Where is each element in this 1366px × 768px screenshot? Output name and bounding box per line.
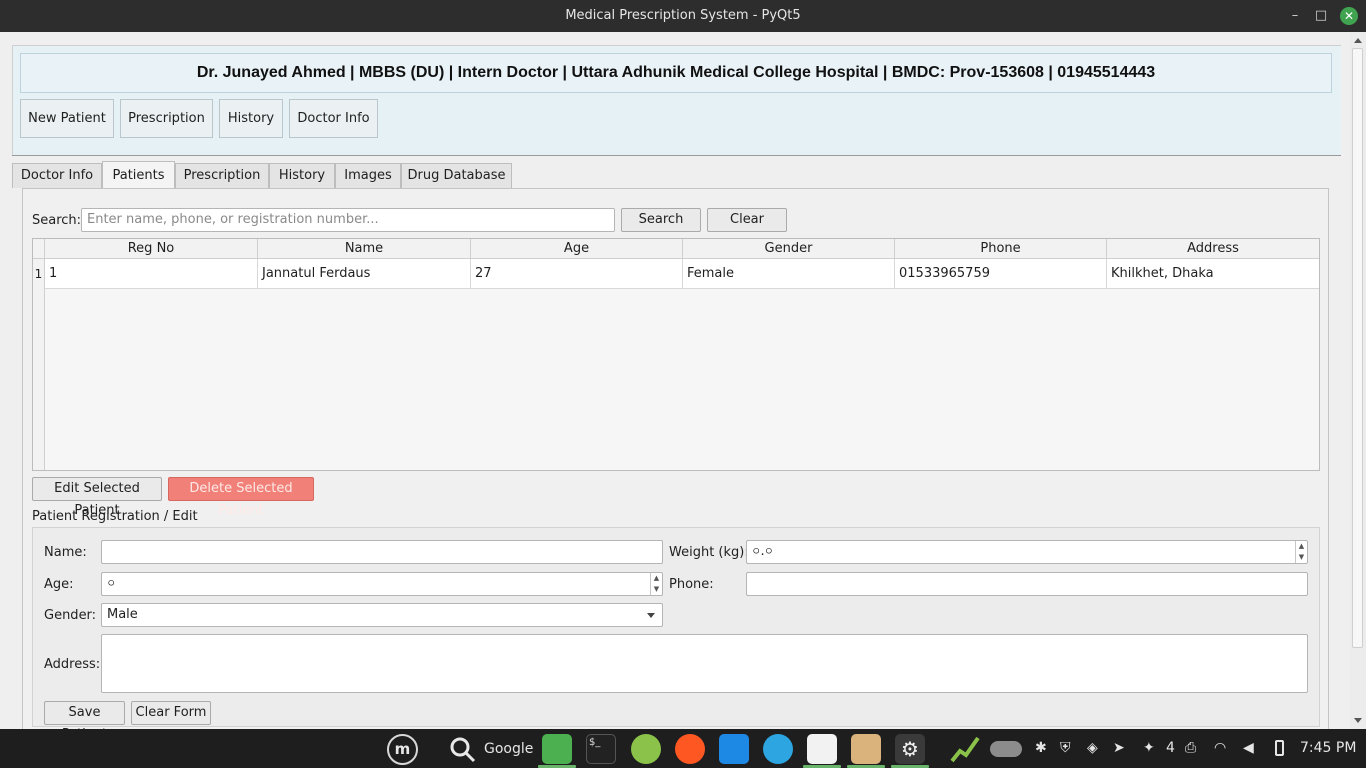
clock[interactable]: 7:45 PM bbox=[1300, 740, 1356, 756]
tab-images[interactable]: Images bbox=[335, 163, 401, 188]
chart-app-icon[interactable] bbox=[807, 734, 837, 764]
wifi-icon[interactable]: ◠ bbox=[1214, 740, 1226, 756]
cell-gender[interactable]: Female bbox=[683, 259, 895, 289]
cloud-tray-icon[interactable] bbox=[990, 741, 1022, 757]
minimize-button[interactable]: – bbox=[1287, 8, 1303, 24]
header-separator bbox=[12, 155, 1341, 156]
clear-form-button[interactable]: Clear Form bbox=[131, 701, 211, 725]
taskbar-search-label[interactable]: Google bbox=[484, 741, 533, 757]
search-icon[interactable] bbox=[448, 735, 476, 763]
prescription-button[interactable]: Prescription bbox=[120, 99, 213, 138]
cell-address[interactable]: Khilkhet, Dhaka bbox=[1107, 259, 1319, 289]
cell-phone[interactable]: 01533965759 bbox=[895, 259, 1107, 289]
history-button[interactable]: History bbox=[219, 99, 283, 138]
archive-app-icon[interactable] bbox=[851, 734, 881, 764]
age-value: ০ bbox=[107, 576, 116, 591]
save-patient-button[interactable]: Save Patient bbox=[44, 701, 125, 742]
gender-select[interactable]: Male bbox=[101, 603, 663, 627]
weight-spinbox[interactable]: ০.০ ▲ ▼ bbox=[746, 540, 1308, 564]
notification-icon[interactable]: ✦ bbox=[1143, 740, 1155, 756]
table-row-gutter bbox=[33, 289, 45, 470]
column-header-age[interactable]: Age bbox=[471, 239, 683, 259]
column-header-name[interactable]: Name bbox=[258, 239, 471, 259]
browser-app-icon[interactable] bbox=[675, 734, 705, 764]
telegram-app-icon[interactable] bbox=[763, 734, 793, 764]
settings-app-icon[interactable]: ⚙ bbox=[895, 734, 925, 764]
close-button[interactable]: ✕ bbox=[1340, 7, 1358, 25]
gender-selected-value: Male bbox=[107, 607, 138, 622]
notification-count: 4 bbox=[1166, 740, 1175, 756]
cell-reg-no[interactable]: 1 bbox=[45, 259, 258, 289]
weight-value: ০.০ bbox=[752, 544, 774, 559]
printer-icon[interactable]: ⎙ bbox=[1185, 740, 1196, 756]
new-patient-button[interactable]: New Patient bbox=[20, 99, 114, 138]
address-textarea[interactable] bbox=[101, 634, 1308, 693]
weight-label: Weight (kg): bbox=[669, 545, 749, 560]
vertical-scrollbar[interactable] bbox=[1350, 32, 1366, 729]
scroll-up-icon[interactable] bbox=[1354, 38, 1362, 43]
chevron-down-icon[interactable] bbox=[647, 613, 655, 618]
search-label: Search: bbox=[32, 213, 82, 228]
tab-prescription[interactable]: Prescription bbox=[175, 163, 269, 188]
age-step-up-icon[interactable]: ▲ bbox=[650, 573, 662, 584]
battery-icon[interactable] bbox=[1275, 740, 1284, 756]
name-input[interactable] bbox=[101, 540, 663, 564]
terminal-app-icon[interactable]: $_ bbox=[586, 734, 616, 764]
volume-icon[interactable]: ◀ bbox=[1243, 740, 1254, 756]
column-header-gender[interactable]: Gender bbox=[683, 239, 895, 259]
column-header-phone[interactable]: Phone bbox=[895, 239, 1107, 259]
weight-stepper[interactable]: ▲ ▼ bbox=[1295, 541, 1307, 563]
age-label: Age: bbox=[44, 577, 74, 592]
telegram-tray-icon[interactable]: ➤ bbox=[1113, 740, 1125, 756]
mint-menu-icon[interactable]: m bbox=[387, 734, 418, 765]
bluetooth-icon[interactable]: ✱ bbox=[1035, 740, 1047, 756]
clear-search-button[interactable]: Clear bbox=[707, 208, 787, 232]
age-spinbox[interactable]: ০ ▲ ▼ bbox=[101, 572, 663, 596]
weight-step-down-icon[interactable]: ▼ bbox=[1295, 552, 1307, 563]
tab-history[interactable]: History bbox=[269, 163, 335, 188]
tab-drug-database[interactable]: Drug Database bbox=[401, 163, 512, 188]
window-title: Medical Prescription System - PyQt5 bbox=[565, 8, 801, 23]
stock-tray-icon[interactable] bbox=[950, 735, 980, 763]
age-step-down-icon[interactable]: ▼ bbox=[650, 584, 662, 595]
phone-label: Phone: bbox=[669, 577, 714, 592]
gender-label: Gender: bbox=[44, 608, 97, 623]
edit-selected-patient-button[interactable]: Edit Selected Patient bbox=[32, 477, 162, 518]
tab-patients[interactable]: Patients bbox=[102, 161, 175, 189]
name-label: Name: bbox=[44, 545, 87, 560]
cell-name[interactable]: Jannatul Ferdaus bbox=[258, 259, 471, 289]
phone-input[interactable] bbox=[746, 572, 1308, 596]
spreadsheet-app-icon[interactable] bbox=[631, 734, 661, 764]
title-bar: Medical Prescription System - PyQt5 – □ … bbox=[0, 0, 1366, 32]
registration-section-title: Patient Registration / Edit bbox=[32, 509, 198, 524]
search-button[interactable]: Search bbox=[621, 208, 701, 232]
doctor-info-button[interactable]: Doctor Info bbox=[289, 99, 378, 138]
taskbar: m Google $_ ⚙ ✱ ⛨ ◈ ➤ ✦ 4 ⎙ ◠ ◀ 7:45 PM bbox=[0, 729, 1366, 768]
column-header-reg-no[interactable]: Reg No bbox=[45, 239, 258, 259]
scrollbar-thumb[interactable] bbox=[1352, 48, 1363, 648]
shield-icon[interactable]: ⛨ bbox=[1060, 740, 1071, 756]
column-header-address[interactable]: Address bbox=[1107, 239, 1319, 259]
tab-doctor-info[interactable]: Doctor Info bbox=[12, 163, 102, 188]
delete-selected-patient-button[interactable]: Delete Selected Patient bbox=[168, 477, 314, 518]
address-label: Address: bbox=[44, 657, 101, 672]
patients-table[interactable]: Reg No Name Age Gender Phone Address 1 1… bbox=[32, 238, 1320, 471]
table-corner bbox=[33, 239, 45, 259]
doctor-banner: Dr. Junayed Ahmed | MBBS (DU) | Intern D… bbox=[20, 53, 1332, 93]
nvidia-icon[interactable]: ◈ bbox=[1087, 740, 1098, 756]
age-stepper[interactable]: ▲ ▼ bbox=[650, 573, 662, 595]
maximize-button[interactable]: □ bbox=[1313, 8, 1329, 24]
text-editor-app-icon[interactable] bbox=[719, 734, 749, 764]
cell-age[interactable]: 27 bbox=[471, 259, 683, 289]
search-input[interactable]: Enter name, phone, or registration numbe… bbox=[81, 208, 615, 232]
row-number[interactable]: 1 bbox=[33, 259, 45, 289]
weight-step-up-icon[interactable]: ▲ bbox=[1295, 541, 1307, 552]
files-app-icon[interactable] bbox=[542, 734, 572, 764]
scroll-down-icon[interactable] bbox=[1354, 718, 1362, 723]
